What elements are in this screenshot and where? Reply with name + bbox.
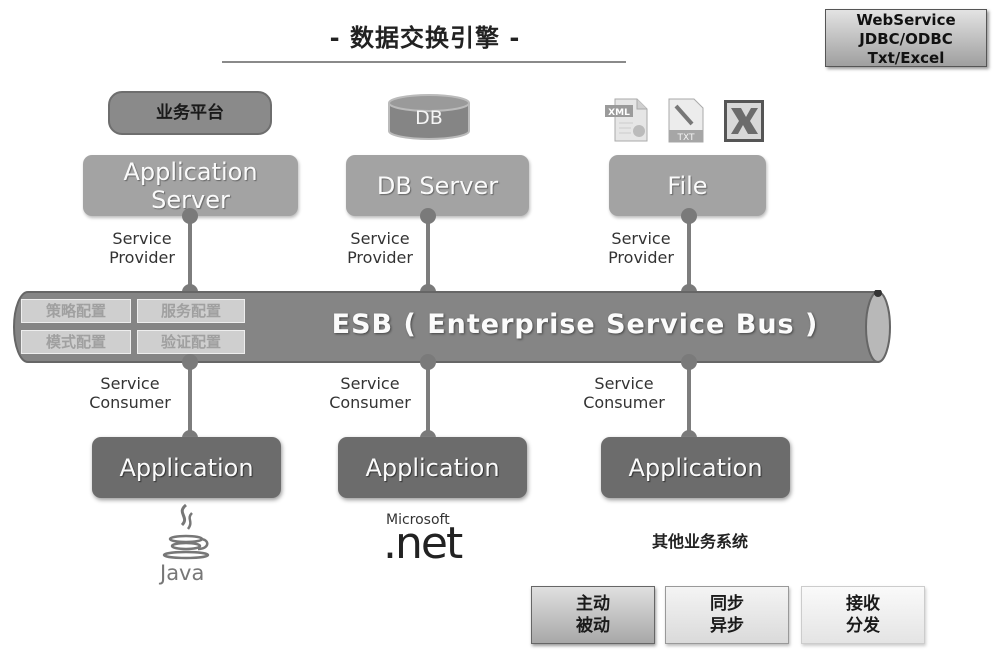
role-line: Service <box>594 374 654 393</box>
provider-role-label-3: Service Provider <box>594 229 688 267</box>
application-server-node: Application Server <box>83 155 298 216</box>
mode-receive-dispatch[interactable]: 接收 分发 <box>801 586 925 644</box>
excel-file-icon <box>722 98 766 144</box>
config-service[interactable]: 服务配置 <box>137 299 245 323</box>
mode-line: 接收 <box>846 594 880 614</box>
role-line: Service <box>100 374 160 393</box>
provider-role-label-2: Service Provider <box>333 229 427 267</box>
db-server-label: DB Server <box>376 171 499 200</box>
consumer-role-label-2: Service Consumer <box>318 374 422 412</box>
consumer-role-label-3: Service Consumer <box>572 374 676 412</box>
java-logo-icon: Java <box>158 503 214 589</box>
application-node-java: Application <box>92 437 281 498</box>
application-server-label-1: Application <box>123 157 258 186</box>
connector-node <box>420 354 436 370</box>
consumer-role-label-1: Service Consumer <box>78 374 182 412</box>
config-validation[interactable]: 验证配置 <box>137 330 245 354</box>
protocol-jdbc-odbc: JDBC/ODBC <box>859 30 953 48</box>
dotnet-label: .net <box>383 518 463 569</box>
esb-label: ESB ( Enterprise Service Bus ) <box>331 309 819 340</box>
db-label: DB <box>415 107 443 129</box>
connector-node <box>681 208 697 224</box>
protocol-webservice: WebService <box>856 11 956 29</box>
config-strategy[interactable]: 策略配置 <box>21 299 131 323</box>
mode-line: 同步 <box>710 594 744 614</box>
mode-line: 异步 <box>710 616 744 636</box>
consumer-connector-1 <box>188 358 192 438</box>
role-line: Consumer <box>329 393 411 412</box>
protocol-txt-excel: Txt/Excel <box>867 49 945 67</box>
connector-node <box>182 354 198 370</box>
xml-file-icon: XML <box>603 95 653 145</box>
mode-line: 主动 <box>576 594 610 614</box>
role-line: Service <box>340 374 400 393</box>
file-server-node: File <box>609 155 766 216</box>
xml-label: XML <box>608 108 630 118</box>
protocol-list-box: WebService JDBC/ODBC Txt/Excel <box>825 9 987 67</box>
txt-file-icon: TXT <box>666 96 706 146</box>
other-systems-label: 其他业务系统 <box>651 532 748 551</box>
txt-label: TXT <box>676 133 695 143</box>
role-line: Consumer <box>583 393 665 412</box>
provider-role-label-1: Service Provider <box>95 229 189 267</box>
connector-node <box>681 354 697 370</box>
mode-line: 分发 <box>846 616 880 636</box>
role-line: Service <box>350 229 410 248</box>
connector-node <box>182 208 198 224</box>
diagram-title: - 数据交换引擎 - <box>329 24 521 52</box>
role-line: Service <box>112 229 172 248</box>
business-platform-badge: 业务平台 <box>108 91 272 135</box>
connector-node <box>420 208 436 224</box>
application-node-other: Application <box>601 437 790 498</box>
database-icon: DB <box>386 93 472 141</box>
role-line: Provider <box>109 248 175 267</box>
role-line: Consumer <box>89 393 171 412</box>
dotnet-logo-icon: Microsoft .net <box>383 512 487 568</box>
mode-active-passive[interactable]: 主动 被动 <box>531 586 655 644</box>
consumer-connector-2 <box>426 358 430 438</box>
file-server-label: File <box>667 171 708 200</box>
application-node-dotnet: Application <box>338 437 527 498</box>
role-line: Service <box>611 229 671 248</box>
consumer-connector-3 <box>687 358 691 438</box>
mode-sync-async[interactable]: 同步 异步 <box>665 586 789 644</box>
db-server-node: DB Server <box>346 155 529 216</box>
config-mode[interactable]: 模式配置 <box>21 330 131 354</box>
role-line: Provider <box>608 248 674 267</box>
java-label: Java <box>160 561 205 585</box>
mode-line: 被动 <box>576 616 610 636</box>
title-divider <box>222 61 626 63</box>
role-line: Provider <box>347 248 413 267</box>
